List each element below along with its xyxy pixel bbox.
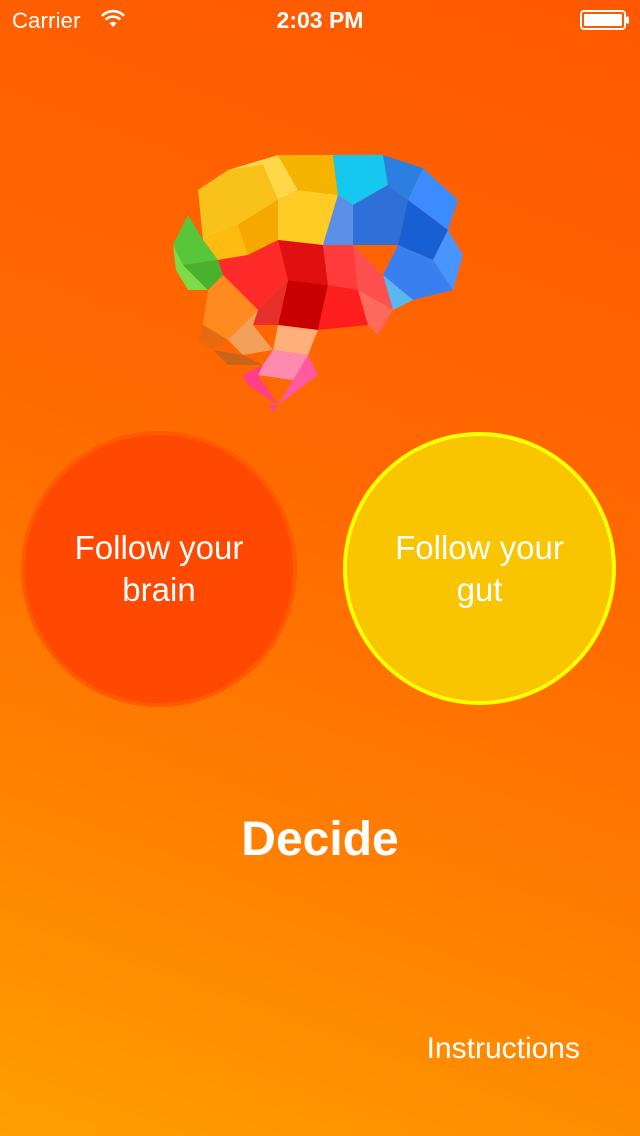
follow-your-brain-label: Follow your brain	[74, 529, 244, 608]
polygonal-brain-icon	[173, 155, 463, 412]
follow-your-brain-button[interactable]: Follow your brain	[25, 435, 293, 703]
status-bar: Carrier 2:03 PM	[0, 0, 640, 40]
decide-title: Decide	[241, 813, 399, 866]
instructions-link[interactable]: Instructions	[390, 1032, 580, 1066]
follow-your-gut-label: Follow your gut	[395, 528, 564, 608]
follow-your-gut-button[interactable]: Follow your gut	[343, 432, 616, 705]
status-time: 2:03 PM	[276, 7, 364, 33]
battery-full-icon	[580, 10, 629, 30]
